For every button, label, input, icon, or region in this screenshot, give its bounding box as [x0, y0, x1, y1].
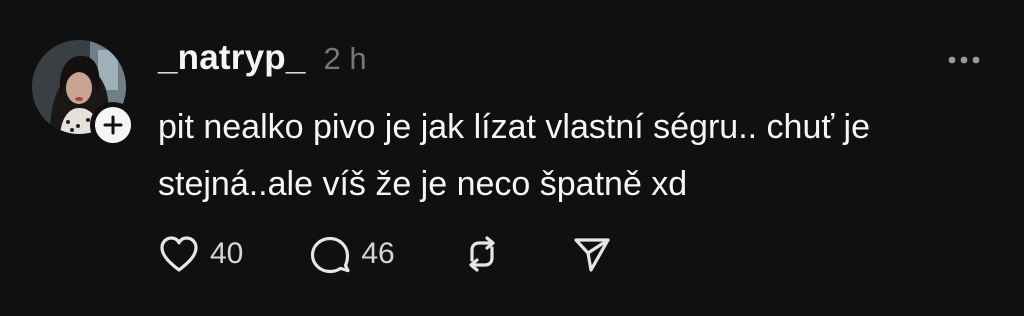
thread-post: _natryp_ 2 h pit nealko pivo je jak líza… [0, 0, 1024, 316]
avatar-container [32, 40, 136, 148]
send-icon [574, 238, 610, 272]
reply-count: 46 [361, 237, 395, 270]
follow-button[interactable] [90, 102, 136, 148]
username[interactable]: _natryp_ [158, 38, 306, 78]
reply-button[interactable]: 46 [309, 234, 395, 274]
plus-icon [103, 115, 123, 135]
repost-button[interactable] [461, 234, 503, 274]
repost-icon [469, 236, 495, 272]
comment-bubble-icon [311, 236, 350, 274]
post-timestamp: 2 h [323, 41, 367, 76]
share-button[interactable] [571, 234, 613, 274]
action-bar: 40 46 [158, 232, 613, 276]
more-horizontal-icon [948, 56, 980, 64]
heart-icon [160, 236, 198, 272]
like-count: 40 [210, 237, 244, 270]
post-text: pit nealko pivo je jak lízat vlastní ség… [158, 108, 871, 203]
like-button[interactable]: 40 [158, 234, 243, 274]
more-options-button[interactable] [944, 50, 984, 70]
post-header: _natryp_ 2 h [158, 38, 367, 78]
